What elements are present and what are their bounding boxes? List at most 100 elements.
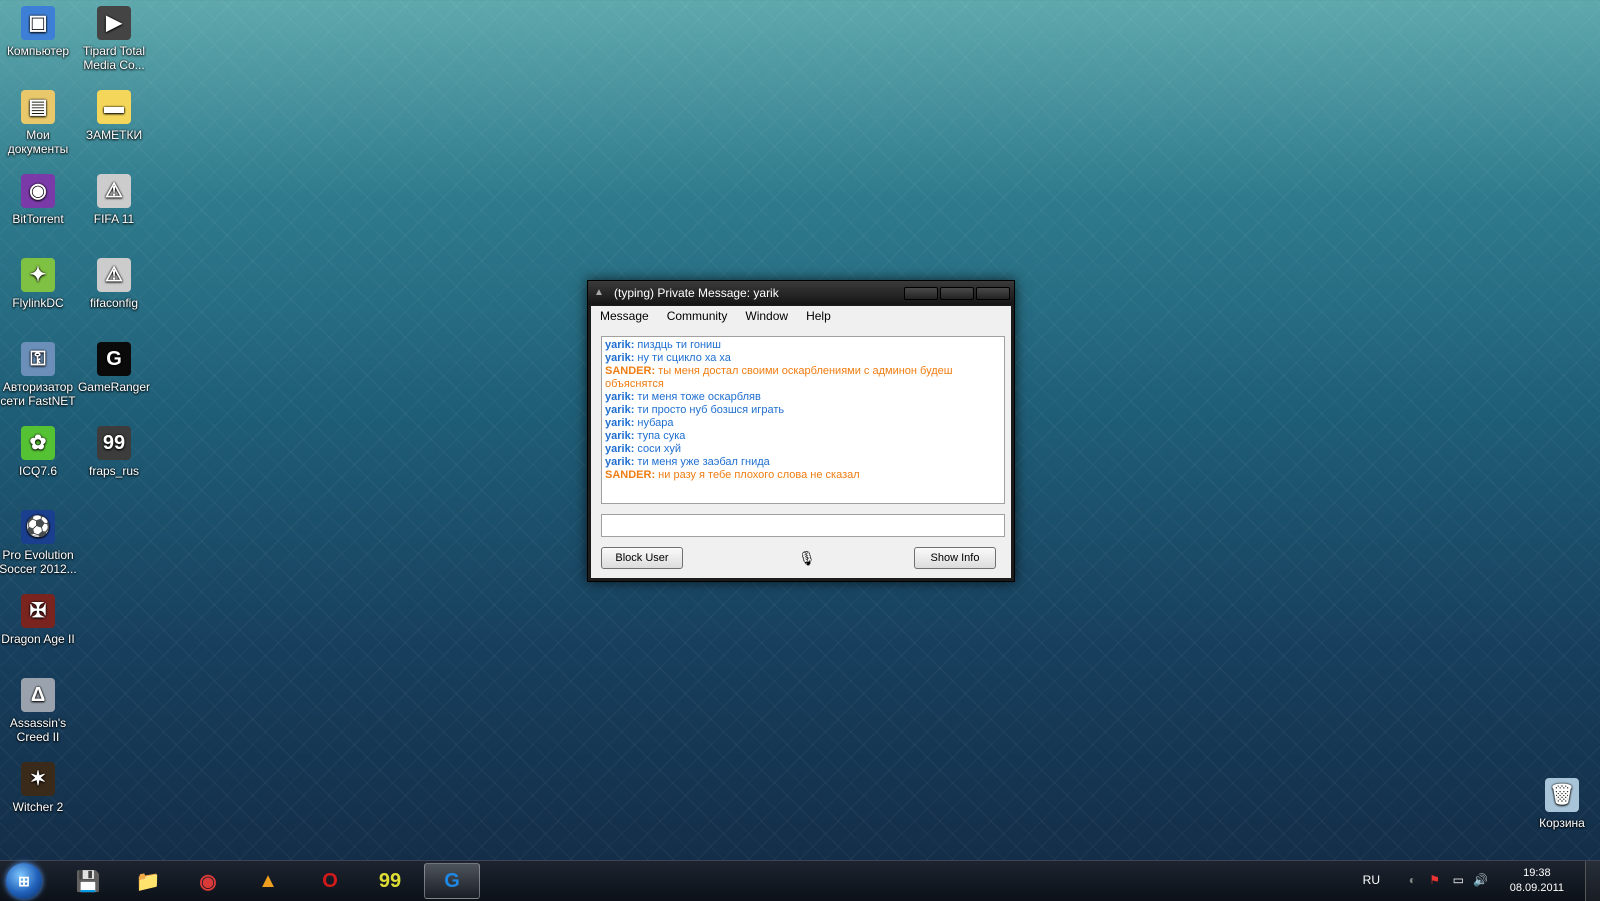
desktop-icon-label: ЗАМЕТКИ <box>85 128 143 142</box>
chat-log[interactable]: yarik: пиздць ти гониш yarik: ну ти сцикл… <box>601 336 1005 504</box>
minimize-button[interactable] <box>904 286 938 300</box>
message-author: yarik: <box>605 443 635 455</box>
message-author: yarik: <box>605 430 635 442</box>
app-icon: ⚠ <box>97 174 131 208</box>
chat-message: yarik: ти меня тоже оскарбляв <box>605 391 1001 404</box>
menu-community[interactable]: Community <box>658 309 737 323</box>
app-icon: 99 <box>97 426 131 460</box>
taskbar-app-floppy[interactable]: 💾 <box>60 863 116 899</box>
close-button[interactable] <box>976 286 1010 300</box>
language-indicator[interactable]: RU <box>1363 873 1380 887</box>
desktop-icon[interactable]: 99 fraps_rus <box>74 426 154 478</box>
app-icon: ⚠ <box>97 258 131 292</box>
block-user-button[interactable]: Block User <box>601 547 683 569</box>
aimp-icon: ▲ <box>258 869 278 892</box>
taskbar-app-aimp[interactable]: ▲ <box>240 863 296 899</box>
app-icon: ⚽ <box>21 510 55 544</box>
user-icon: ▲ <box>594 287 604 298</box>
clock[interactable]: 19:38 08.09.2011 <box>1510 866 1564 896</box>
show-info-button[interactable]: Show Info <box>914 547 996 569</box>
app-icon: ▣ <box>21 6 55 40</box>
window-title: (typing) Private Message: yarik <box>614 286 779 300</box>
taskbar-app-gameranger[interactable]: G <box>424 863 480 899</box>
chat-message: yarik: тупа сука <box>605 430 1001 443</box>
app-icon: ✶ <box>21 762 55 796</box>
desktop-icon[interactable]: ▶ Tipard Total Media Co... <box>74 6 154 72</box>
gameranger-icon: G <box>444 869 460 892</box>
start-button[interactable]: ⊞ <box>6 863 42 899</box>
desktop-icon[interactable]: 🗑 Корзина <box>1522 778 1600 830</box>
desktop-icon-label: Dragon Age II <box>1 632 75 646</box>
floppy-icon: 💾 <box>75 870 101 893</box>
desktop-icon[interactable]: ⚠ fifaconfig <box>74 258 154 310</box>
desktop-icon-label: Pro Evolution Soccer 2012... <box>0 548 77 576</box>
desktop-icon[interactable]: ✶ Witcher 2 <box>0 762 78 814</box>
app-icon: 🗑 <box>1545 778 1579 812</box>
desktop-icon-label: GameRanger <box>77 380 151 394</box>
desktop-icon[interactable]: Δ Assassin's Creed II <box>0 678 78 744</box>
desktop-icon[interactable]: ⚿ Авторизатор сети FastNET <box>0 342 78 408</box>
maximize-button[interactable] <box>940 286 974 300</box>
desktop-icon-label: fraps_rus <box>88 464 140 478</box>
menu-window[interactable]: Window <box>736 309 797 323</box>
desktop-icon-label: Корзина <box>1539 816 1585 830</box>
app-icon: ✦ <box>21 258 55 292</box>
app-icon: Δ <box>21 678 55 712</box>
show-desktop-button[interactable] <box>1585 861 1600 901</box>
desktop-icon[interactable]: ⚽ Pro Evolution Soccer 2012... <box>0 510 78 576</box>
chat-message: yarik: соси хуй <box>605 443 1001 456</box>
desktop-icon-label: Tipard Total Media Co... <box>82 44 146 72</box>
app-icon: ▬ <box>97 90 131 124</box>
menu-help[interactable]: Help <box>797 309 840 323</box>
message-text: нубара <box>634 417 674 429</box>
desktop-icon-label: ICQ7.6 <box>18 464 57 478</box>
desktop-icon[interactable]: ✦ FlylinkDC <box>0 258 78 310</box>
message-author: yarik: <box>605 352 635 364</box>
desktop-icon[interactable]: ⚠ FIFA 11 <box>74 174 154 226</box>
message-text: ну ти сцикло ха ха <box>634 352 731 364</box>
message-author: yarik: <box>605 404 635 416</box>
menu-message[interactable]: Message <box>591 309 658 323</box>
app-icon: G <box>97 342 131 376</box>
desktop-icon[interactable]: ▣ Компьютер <box>0 6 78 58</box>
taskbar-app-opera[interactable]: O <box>302 863 358 899</box>
message-text: ти просто нуб бозшся играть <box>634 404 785 416</box>
desktop-icon-label: Witcher 2 <box>12 800 64 814</box>
message-input[interactable] <box>601 514 1005 537</box>
chat-message: yarik: ти меня уже заэбал гнида <box>605 456 1001 469</box>
taskbar-app-redapp[interactable]: ◉ <box>180 863 236 899</box>
message-text: тупа сука <box>634 430 686 442</box>
tray-network-icon[interactable]: ◐ <box>1409 873 1416 887</box>
desktop-icon[interactable]: ◉ BitTorrent <box>0 174 78 226</box>
app-icon: ▤ <box>21 90 55 124</box>
message-author: SANDER: <box>605 365 656 377</box>
app-icon: ⚿ <box>21 342 55 376</box>
tray-flag-icon[interactable]: ⚑ <box>1429 873 1440 887</box>
message-author: yarik: <box>605 391 635 403</box>
desktop-icon[interactable]: ✠ Dragon Age II <box>0 594 78 646</box>
message-author: yarik: <box>605 456 635 468</box>
desktop-icon-label: BitTorrent <box>12 212 64 226</box>
chat-message: yarik: ти просто нуб бозшся играть <box>605 404 1001 417</box>
window-titlebar[interactable]: ▲ (typing) Private Message: yarik <box>588 281 1014 305</box>
desktop-icon-label: Авторизатор сети FastNET <box>0 380 76 408</box>
taskbar-app-fraps[interactable]: 99 <box>362 863 418 899</box>
desktop-icon[interactable]: ▤ Мои документы <box>0 90 78 156</box>
tray-monitor-icon[interactable]: ▭ <box>1453 873 1464 887</box>
redapp-icon: ◉ <box>199 870 217 893</box>
clock-time: 19:38 <box>1523 867 1551 879</box>
microphone-icon[interactable]: 🎙 <box>798 550 816 566</box>
desktop-icon[interactable]: ✿ ICQ7.6 <box>0 426 78 478</box>
app-icon: ✿ <box>21 426 55 460</box>
tray-volume-icon[interactable]: 🔊 <box>1473 873 1488 887</box>
chat-message: yarik: нубара <box>605 417 1001 430</box>
desktop-icon-label: Мои документы <box>7 128 69 156</box>
app-icon: ◉ <box>21 174 55 208</box>
desktop-icon[interactable]: G GameRanger <box>74 342 154 394</box>
message-author: SANDER: <box>605 469 656 481</box>
taskbar-app-explorer[interactable]: 📁 <box>120 863 176 899</box>
desktop-icon[interactable]: ▬ ЗАМЕТКИ <box>74 90 154 142</box>
fraps-icon: 99 <box>378 869 402 892</box>
window-client: yarik: пиздць ти гониш yarik: ну ти сцикл… <box>591 326 1011 578</box>
clock-date: 08.09.2011 <box>1509 882 1564 894</box>
